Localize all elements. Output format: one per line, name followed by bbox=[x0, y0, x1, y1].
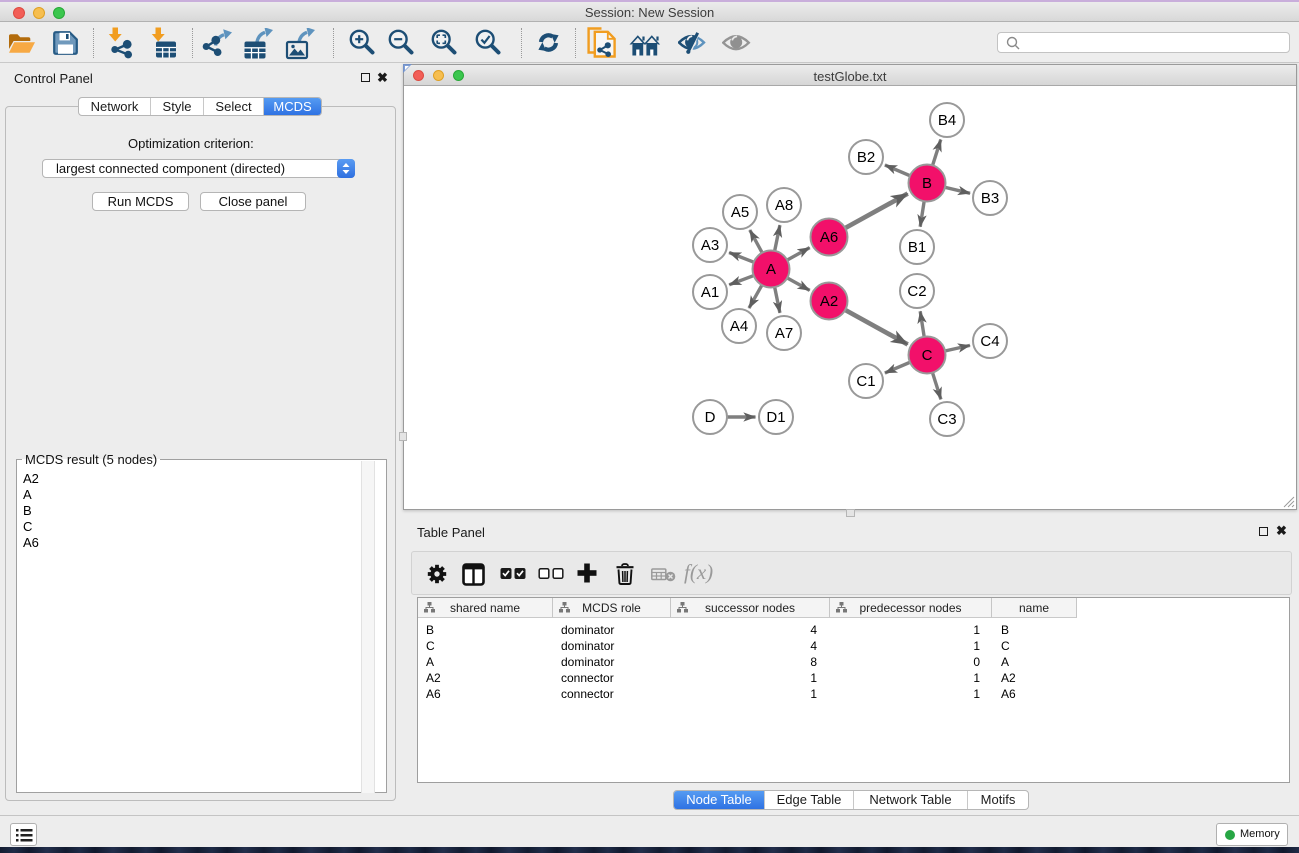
svg-text:D: D bbox=[705, 409, 716, 426]
svg-text:A6: A6 bbox=[820, 229, 838, 246]
svg-text:C2: C2 bbox=[907, 283, 926, 300]
svg-text:B2: B2 bbox=[857, 149, 875, 166]
svg-text:C3: C3 bbox=[937, 411, 956, 428]
svg-text:A8: A8 bbox=[775, 197, 793, 214]
svg-text:A2: A2 bbox=[820, 293, 838, 310]
svg-text:A4: A4 bbox=[730, 318, 748, 335]
svg-text:A5: A5 bbox=[731, 204, 749, 221]
svg-text:B3: B3 bbox=[981, 190, 999, 207]
svg-text:A7: A7 bbox=[775, 325, 793, 342]
svg-text:B: B bbox=[922, 175, 932, 192]
svg-text:C: C bbox=[922, 347, 933, 364]
svg-text:A: A bbox=[766, 261, 776, 278]
svg-text:B4: B4 bbox=[938, 112, 956, 129]
svg-text:C1: C1 bbox=[856, 373, 875, 390]
svg-text:D1: D1 bbox=[766, 409, 785, 426]
svg-text:A1: A1 bbox=[701, 284, 719, 301]
svg-text:B1: B1 bbox=[908, 239, 926, 256]
svg-text:A3: A3 bbox=[701, 237, 719, 254]
svg-text:C4: C4 bbox=[980, 333, 999, 350]
